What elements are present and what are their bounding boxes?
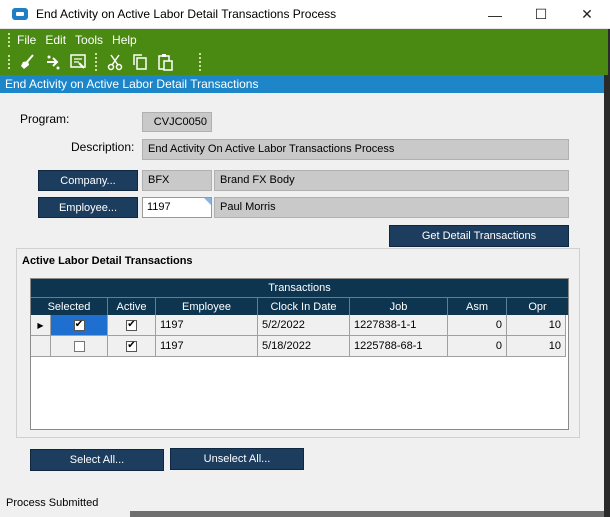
status-bar-text: Process Submitted	[6, 497, 99, 509]
job-cell[interactable]: 1225788-68-1	[350, 336, 448, 357]
row-indicator	[31, 336, 51, 357]
employee-cell[interactable]: 1197	[156, 336, 258, 357]
asm-cell[interactable]: 0	[448, 336, 507, 357]
opr-cell[interactable]: 10	[507, 315, 566, 336]
clock-in-date-cell[interactable]: 5/18/2022	[258, 336, 350, 357]
employee-button[interactable]: Employee...	[38, 197, 138, 218]
row-indicator-icon: ▶	[31, 315, 51, 336]
menu-edit[interactable]: Edit	[45, 33, 66, 47]
form-title: End Activity on Active Labor Detail Tran…	[0, 75, 604, 93]
background-strip-bottom	[130, 511, 604, 517]
table-row[interactable]: ✔ 1197 5/18/2022 1225788-68-1 0 10	[31, 336, 566, 357]
toolbar	[8, 51, 202, 73]
window-titlebar: End Activity on Active Labor Detail Tran…	[0, 0, 610, 29]
clock-in-date-cell[interactable]: 5/2/2022	[258, 315, 350, 336]
selected-checkbox[interactable]	[73, 340, 85, 352]
minimize-button[interactable]: —	[472, 0, 518, 29]
group-title: Active Labor Detail Transactions	[22, 255, 193, 267]
active-cell[interactable]: ✔	[108, 315, 156, 336]
table-row[interactable]: ▶ ✔ ✔ 1197 5/2/2022 1227838-1-1 0 10	[31, 315, 566, 336]
description-label: Description:	[71, 140, 135, 154]
input-corner-marker	[204, 198, 211, 205]
column-header-opr[interactable]: Opr	[507, 297, 568, 315]
window-controls: — ☐ ✕	[472, 0, 610, 29]
company-button[interactable]: Company...	[38, 170, 138, 191]
app-icon	[12, 8, 28, 20]
menu-tools[interactable]: Tools	[75, 33, 103, 47]
window-title: End Activity on Active Labor Detail Tran…	[36, 7, 337, 21]
process-arrow-icon[interactable]	[42, 52, 64, 72]
toolbar-grip-end[interactable]	[199, 53, 202, 71]
get-detail-transactions-button[interactable]: Get Detail Transactions	[389, 225, 569, 247]
column-header-employee[interactable]: Employee	[156, 297, 258, 315]
asm-cell[interactable]: 0	[448, 315, 507, 336]
column-header-selected[interactable]: Selected	[31, 297, 108, 315]
menubar: File Edit Tools Help	[8, 32, 146, 48]
selected-cell[interactable]	[51, 336, 108, 357]
job-cell[interactable]: 1227838-1-1	[350, 315, 448, 336]
toolbar-grip[interactable]	[8, 55, 11, 69]
description-value: End Activity On Active Labor Transaction…	[142, 139, 569, 160]
program-label: Program:	[20, 112, 70, 126]
employee-cell[interactable]: 1197	[156, 315, 258, 336]
transactions-grid[interactable]: Transactions Selected Active Employee Cl…	[30, 278, 569, 430]
grid-column-headers: Selected Active Employee Clock In Date J…	[31, 297, 568, 315]
company-code: BFX	[142, 170, 212, 191]
opr-cell[interactable]: 10	[507, 336, 566, 357]
menu-toolbar-area: File Edit Tools Help	[0, 29, 610, 75]
background-strip	[604, 75, 610, 517]
column-header-active[interactable]: Active	[108, 297, 156, 315]
grid-band-header: Transactions	[31, 279, 568, 297]
menubar-grip[interactable]	[8, 33, 11, 47]
employee-name: Paul Morris	[214, 197, 569, 218]
active-checkbox[interactable]: ✔	[126, 340, 137, 352]
clear-broom-icon[interactable]	[17, 52, 39, 72]
menu-help[interactable]: Help	[112, 33, 137, 47]
copy-icon[interactable]	[129, 52, 151, 72]
company-name: Brand FX Body	[214, 170, 569, 191]
employee-code: 1197	[147, 201, 171, 213]
column-header-clock-in-date[interactable]: Clock In Date	[258, 297, 350, 315]
column-header-asm[interactable]: Asm	[448, 297, 507, 315]
unselect-all-button[interactable]: Unselect All...	[170, 448, 304, 470]
selected-cell[interactable]: ✔	[51, 315, 108, 336]
close-button[interactable]: ✕	[564, 0, 610, 29]
select-all-button[interactable]: Select All...	[30, 449, 164, 471]
print-preview-icon[interactable]	[67, 52, 89, 72]
program-value: CVJC0050	[142, 112, 212, 132]
employee-input[interactable]: 1197	[142, 197, 212, 218]
cut-icon[interactable]	[104, 52, 126, 72]
maximize-button[interactable]: ☐	[518, 0, 564, 29]
column-header-job[interactable]: Job	[350, 297, 448, 315]
form-body: Program: CVJC0050 Description: End Activ…	[0, 93, 604, 495]
active-checkbox[interactable]: ✔	[126, 319, 137, 331]
toolbar-separator	[95, 53, 98, 71]
menu-file[interactable]: File	[17, 33, 36, 47]
selected-checkbox[interactable]: ✔	[73, 319, 85, 331]
active-cell[interactable]: ✔	[108, 336, 156, 357]
paste-icon[interactable]	[154, 52, 176, 72]
